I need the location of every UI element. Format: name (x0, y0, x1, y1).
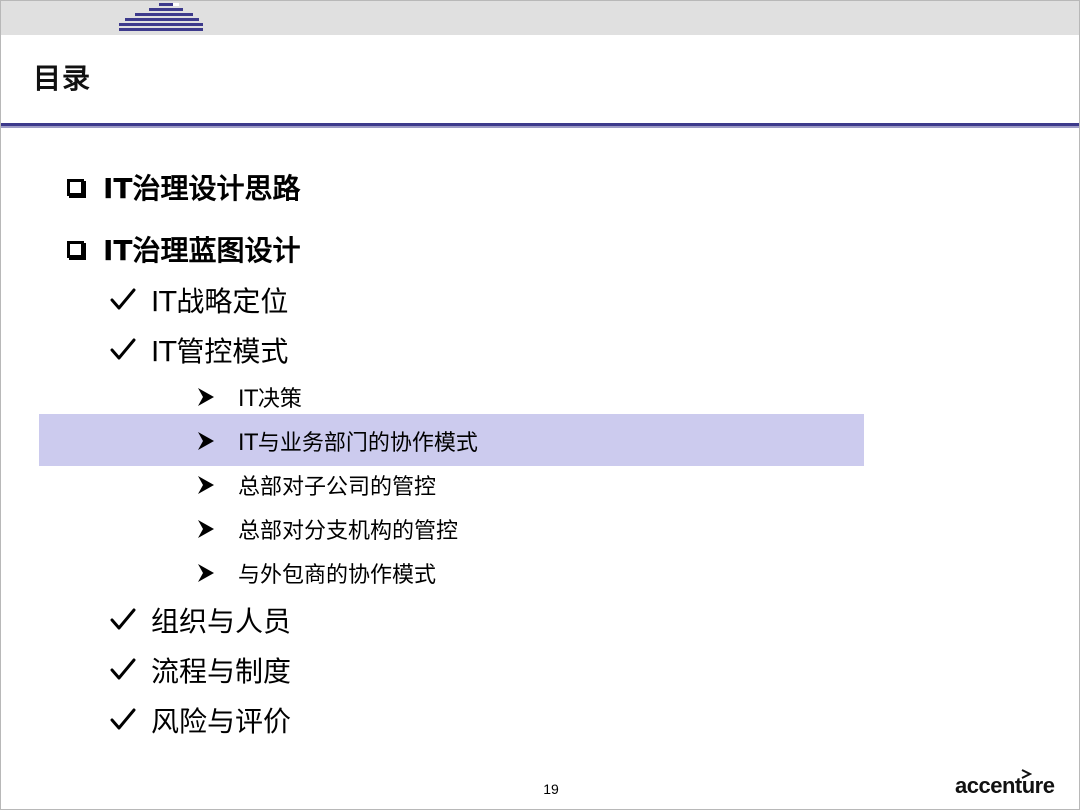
company-logo: accenture (955, 773, 1055, 798)
arrowhead-icon (198, 388, 214, 406)
agenda-detail-item-active[interactable]: IT与业务部门的协作模式 (196, 425, 478, 457)
checkmark-icon (110, 658, 136, 680)
agenda-section-label: IT治理设计思路 (103, 172, 301, 205)
agenda-sub-label: 组织与人员 (151, 605, 292, 638)
square-box-icon (67, 178, 84, 196)
agenda-sub-item[interactable]: IT管控模式 (109, 330, 288, 370)
agenda-detail-label: 总部对分支机构的管控 (238, 519, 459, 544)
checkmark-icon (110, 338, 136, 360)
square-box-icon (67, 240, 84, 258)
agenda-detail-label: 与外包商的协作模式 (238, 563, 437, 588)
agenda-section-item[interactable]: IT治理设计思路 (67, 167, 301, 207)
title-divider-shadow (1, 126, 1079, 128)
arrowhead-icon (198, 520, 214, 538)
arrowhead-icon (198, 564, 214, 582)
checkmark-icon (110, 288, 136, 310)
agenda-sub-item[interactable]: 风险与评价 (109, 700, 291, 740)
agenda-sub-label: 流程与制度 (151, 655, 292, 688)
slide-title: 目录 (33, 62, 92, 95)
slide: 目录 IT治理设计思路 IT治理蓝图设计 IT战略定位 IT管控模式 IT决策 … (0, 0, 1080, 810)
agenda-detail-label: IT与业务部门的协作模式 (238, 431, 478, 456)
agenda-detail-label: 总部对子公司的管控 (238, 475, 437, 500)
agenda-detail-item[interactable]: 总部对子公司的管控 (196, 469, 436, 501)
agenda-sub-item[interactable]: 组织与人员 (109, 600, 291, 640)
arrowhead-icon (198, 476, 214, 494)
agenda-section-label: IT治理蓝图设计 (103, 234, 301, 267)
agenda-sub-item[interactable]: IT战略定位 (109, 280, 288, 320)
agenda-sub-label: IT管控模式 (151, 335, 289, 368)
agenda-section-item[interactable]: IT治理蓝图设计 (67, 229, 301, 269)
agenda-sub-label: 风险与评价 (151, 705, 292, 738)
checkmark-icon (110, 708, 136, 730)
agenda-sub-item[interactable]: 流程与制度 (109, 650, 291, 690)
agenda-detail-item[interactable]: 总部对分支机构的管控 (196, 513, 458, 545)
page-number: 19 (543, 781, 559, 797)
agenda-detail-item[interactable]: 与外包商的协作模式 (196, 557, 436, 589)
agenda-detail-label: IT决策 (238, 387, 302, 412)
header-stripes-decoration (119, 3, 203, 31)
checkmark-icon (110, 608, 136, 630)
arrowhead-icon (198, 432, 214, 450)
agenda-detail-item[interactable]: IT决策 (196, 381, 302, 413)
agenda-sub-label: IT战略定位 (151, 285, 289, 318)
